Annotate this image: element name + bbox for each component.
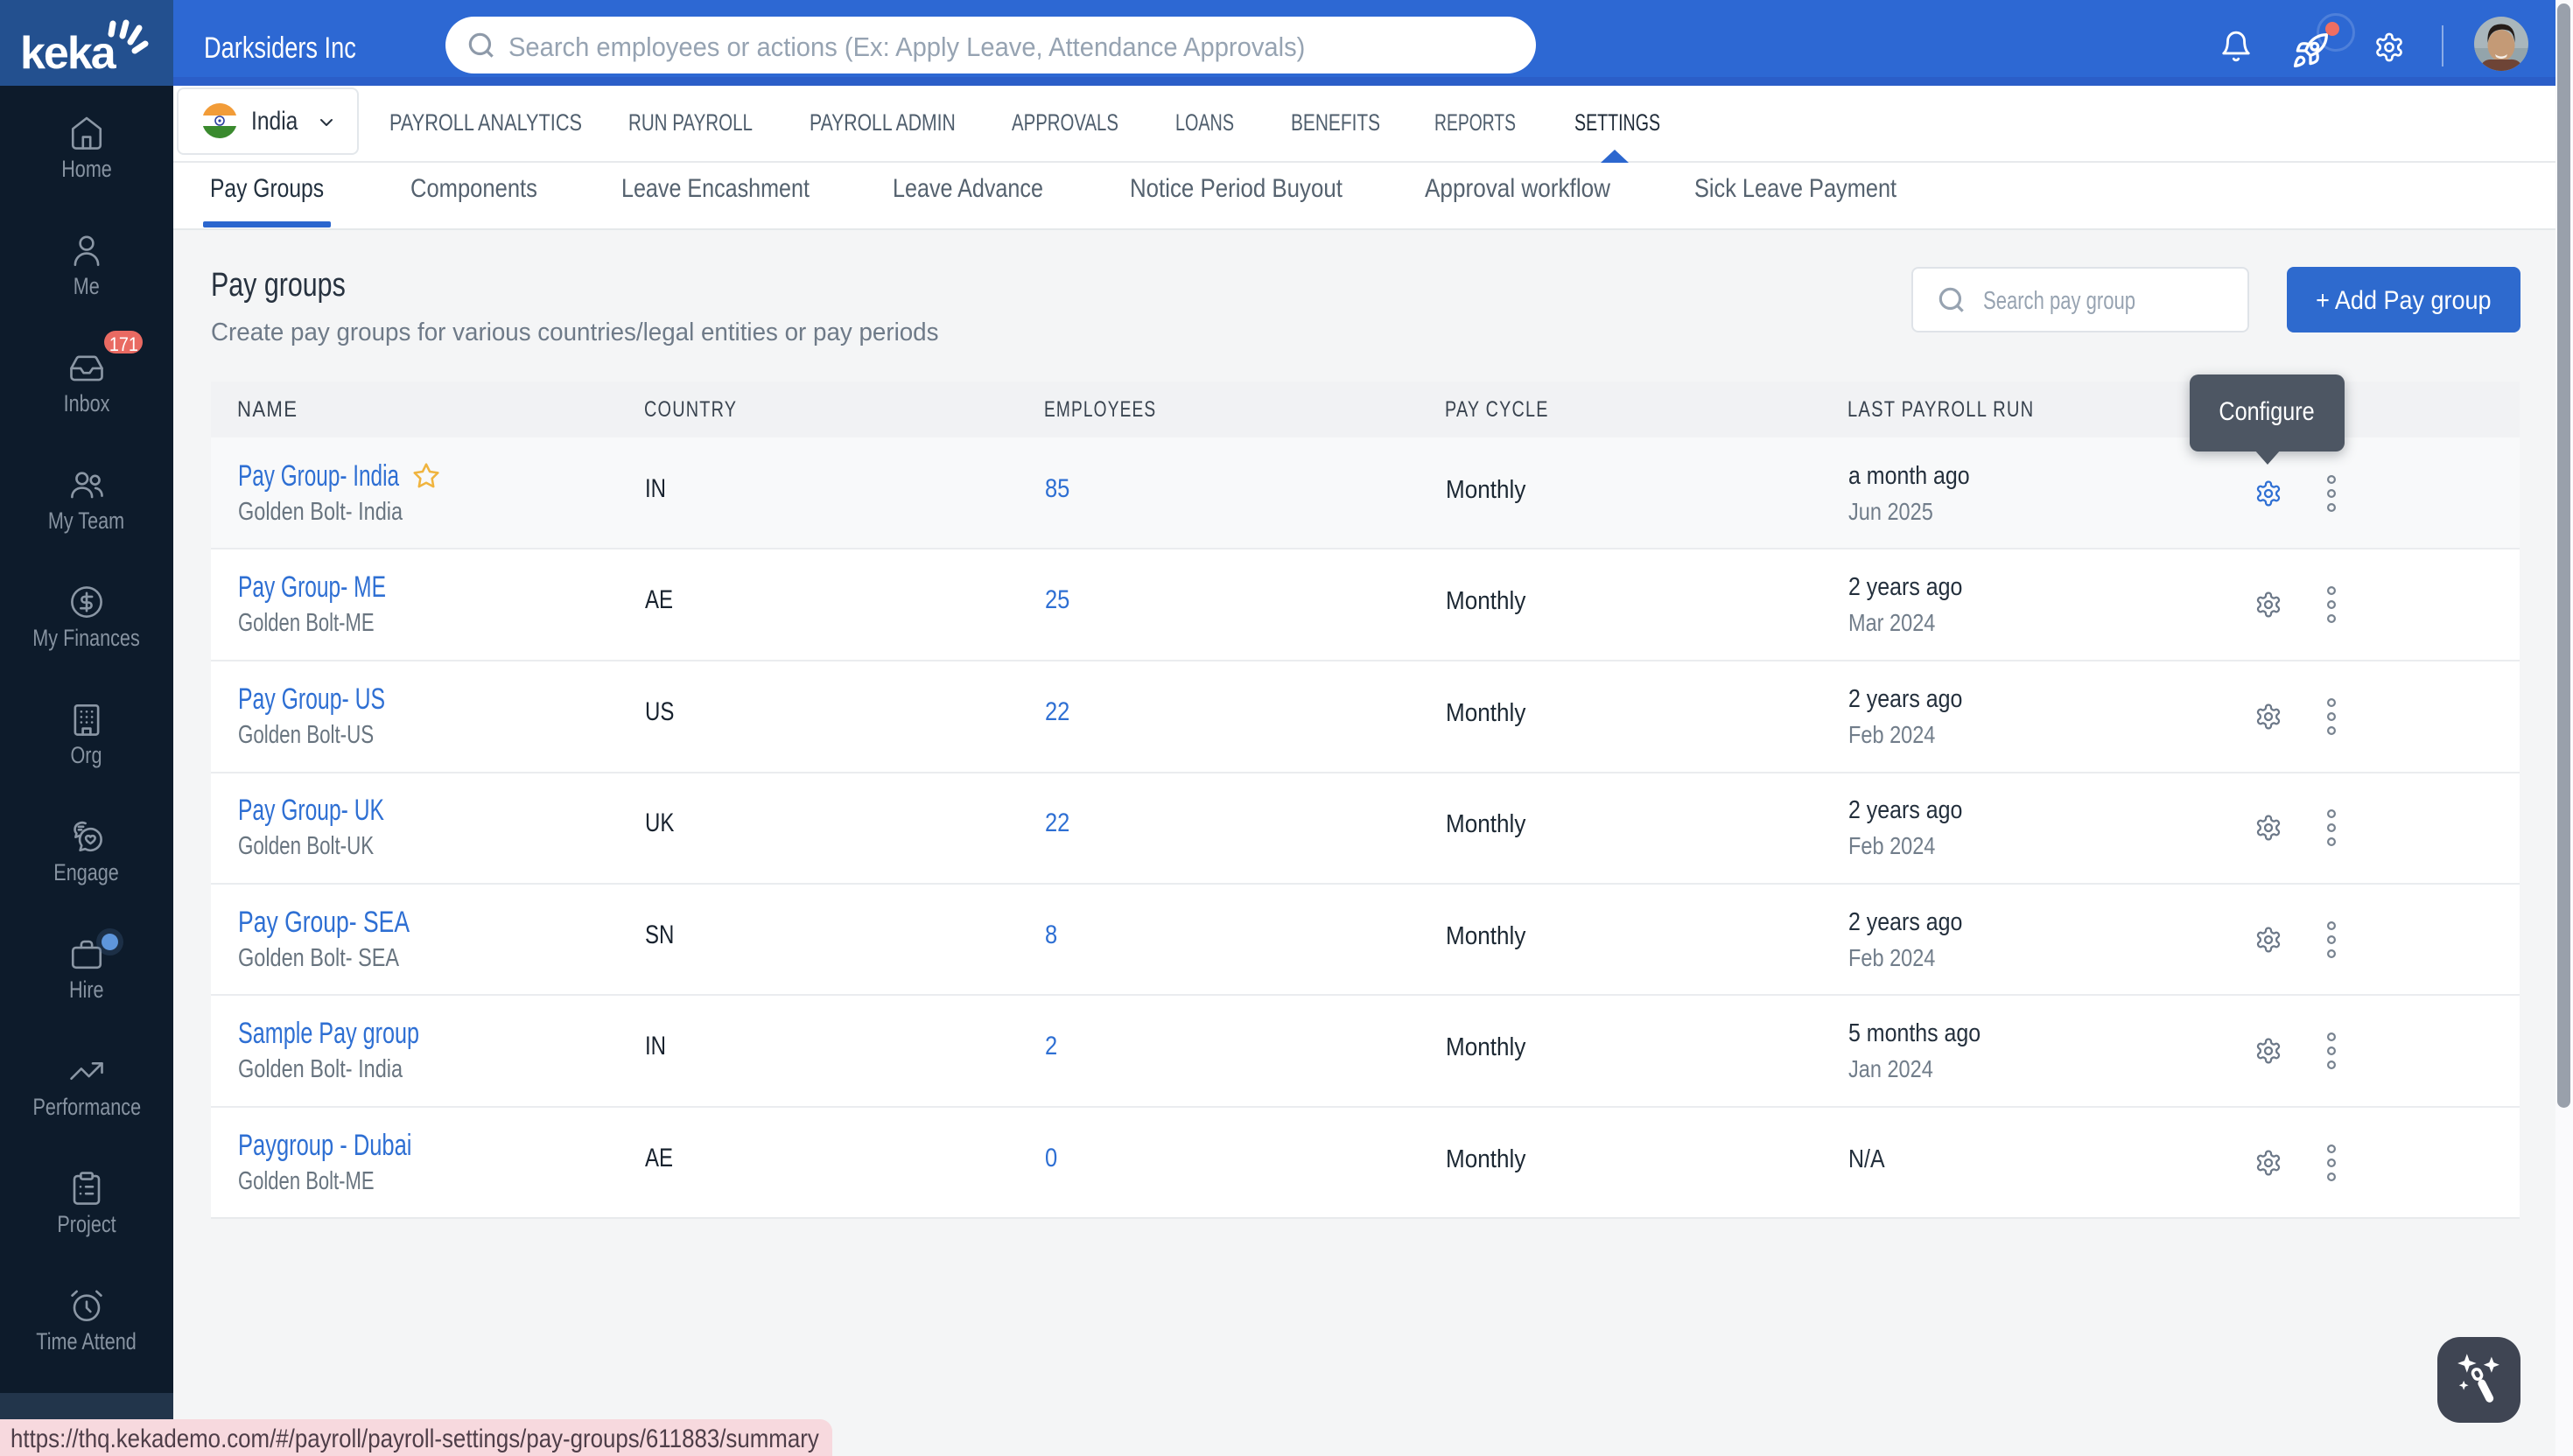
svg-text:keka: keka xyxy=(20,28,117,79)
